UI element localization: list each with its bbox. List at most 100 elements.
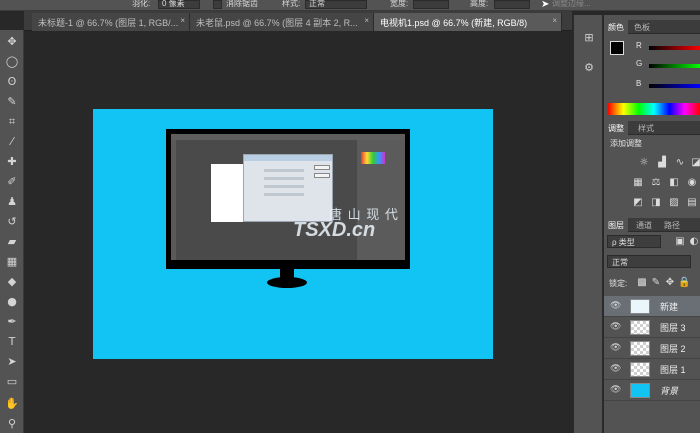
posterize-icon[interactable]: ◨ [650, 197, 662, 209]
layer-row-layer-3[interactable]: 👁 图层 3 [604, 317, 700, 338]
gradient-map-icon[interactable]: ▤ [686, 197, 698, 209]
blur-tool-icon[interactable]: ◆ [4, 274, 20, 290]
layer-row-new[interactable]: 👁 新建 [604, 296, 700, 317]
healing-brush-tool-icon[interactable]: ✚ [4, 154, 20, 170]
tab-tv-psd[interactable]: 电视机1.psd @ 66.7% (新建, RGB/8) × [374, 13, 562, 31]
width-input[interactable] [413, 0, 449, 9]
tab-mouse-psd[interactable]: 未老鼠.psd @ 66.7% (图层 4 副本 2, R... × [190, 13, 374, 31]
visibility-eye-icon[interactable]: 👁 [610, 385, 621, 395]
lock-pixels-icon[interactable]: ✎ [650, 277, 662, 289]
layer-thumbnail [630, 341, 650, 356]
visibility-eye-icon[interactable]: 👁 [610, 364, 621, 374]
tab-adjustments[interactable]: 调整 [604, 121, 628, 135]
filter-adjust-icon[interactable]: ◐ [688, 236, 700, 248]
foreground-color-swatch[interactable] [610, 41, 624, 55]
pen-tool-icon[interactable]: ✒ [4, 314, 20, 330]
color-spectrum-bar[interactable] [608, 103, 700, 115]
properties-icon[interactable]: ⚙ [581, 60, 597, 76]
eraser-tool-icon[interactable]: ▰ [4, 234, 20, 250]
tab-styles[interactable]: 样式 [634, 121, 658, 135]
screen-color-spectrum [361, 152, 385, 164]
adjust-panel-tabs: 调整 样式 [604, 121, 700, 135]
visibility-eye-icon[interactable]: 👁 [610, 301, 621, 311]
marquee-tool-icon[interactable]: ◯ [4, 54, 20, 70]
history-brush-tool-icon[interactable]: ↺ [4, 214, 20, 230]
style-select[interactable]: 正常 [305, 0, 367, 9]
lock-label: 锁定: [609, 279, 628, 288]
close-icon[interactable]: × [552, 16, 557, 25]
close-icon[interactable]: × [180, 16, 185, 25]
invert-icon[interactable]: ◩ [632, 197, 644, 209]
layer-thumbnail [630, 299, 650, 314]
channel-b-slider[interactable] [649, 84, 700, 88]
tab-color[interactable]: 颜色 [604, 20, 628, 34]
tab-untitled-1[interactable]: 未标题-1 @ 66.7% (图层 1, RGB/... × [32, 13, 190, 31]
lasso-tool-icon[interactable]: ʘ [4, 74, 20, 90]
tv-stand-base [267, 277, 307, 288]
photo-filter-icon[interactable]: ◉ [686, 177, 698, 189]
refine-edge-button[interactable]: 调整边缘... [552, 0, 591, 9]
layer-name: 图层 1 [660, 365, 686, 375]
black-white-icon[interactable]: ◧ [668, 177, 680, 189]
layer-name: 图层 3 [660, 323, 686, 333]
zoom-tool-icon[interactable]: ⚲ [4, 416, 20, 432]
lock-position-icon[interactable]: ✥ [664, 277, 676, 289]
channel-r-slider[interactable] [649, 46, 700, 50]
history-icon[interactable]: ⊞ [581, 30, 597, 46]
layer-name: 背景 [660, 386, 679, 396]
threshold-icon[interactable]: ▨ [668, 197, 680, 209]
quick-select-tool-icon[interactable]: ✎ [4, 94, 20, 110]
brush-tool-icon[interactable]: ✐ [4, 174, 20, 190]
layer-row-layer-1[interactable]: 👁 图层 1 [604, 359, 700, 380]
antialias-checkbox[interactable] [213, 0, 222, 9]
tab-paths[interactable]: 路径 [660, 218, 684, 232]
layer-filter-select[interactable]: ρ 类型 [607, 235, 661, 248]
lock-transparent-icon[interactable]: ▩ [636, 277, 648, 289]
feather-label: 羽化: [132, 0, 151, 8]
mouse-cursor-icon: ➤ [541, 0, 550, 10]
visibility-eye-icon[interactable]: 👁 [610, 322, 621, 332]
clone-stamp-tool-icon[interactable]: ♟ [4, 194, 20, 210]
path-select-tool-icon[interactable]: ➤ [4, 354, 20, 370]
move-tool-icon[interactable]: ✥ [4, 34, 20, 50]
layer-row-background[interactable]: 👁 背景 [604, 380, 700, 401]
layer-thumbnail [630, 362, 650, 377]
blend-mode-select[interactable]: 正常 [607, 255, 691, 268]
hand-tool-icon[interactable]: ✋ [4, 396, 20, 412]
layers-panel-tabs: 图层 通道 路径 [604, 218, 700, 232]
antialias-label: 消除锯齿 [226, 0, 258, 8]
height-input[interactable] [494, 0, 530, 9]
gradient-tool-icon[interactable]: ▦ [4, 254, 20, 270]
tools-panel: ✥ ◯ ʘ ✎ ⌗ ⁄ ✚ ✐ ♟ ↺ ▰ ▦ ◆ ● ✒ T ➤ ▭ ✋ ⚲ [0, 30, 24, 433]
layer-row-layer-2[interactable]: 👁 图层 2 [604, 338, 700, 359]
levels-icon[interactable]: ▟ [656, 157, 668, 169]
screen-toolbar [171, 140, 176, 260]
vibrance-icon[interactable]: ▦ [632, 177, 644, 189]
exposure-icon[interactable]: ◪ [690, 157, 700, 169]
visibility-eye-icon[interactable]: 👁 [610, 343, 621, 353]
lock-all-icon[interactable]: 🔒 [678, 277, 690, 289]
document-canvas[interactable]: 唐 山 现 代 TSXD.cn [93, 109, 493, 359]
right-panels: 颜色 色板 R G B 调整 样式 添加调整 ☼ ▟ ∿ ◪ ▦ ⚖ ◧ ◉ ◩… [604, 15, 700, 433]
tab-swatches[interactable]: 色板 [630, 20, 654, 34]
collapsed-panel-strip: ⊞ ⚙ [573, 15, 603, 433]
tab-channels[interactable]: 通道 [632, 218, 656, 232]
curves-icon[interactable]: ∿ [674, 157, 686, 169]
channel-g-slider[interactable] [649, 64, 700, 68]
feather-input[interactable]: 0 像素 [158, 0, 200, 9]
eyedropper-tool-icon[interactable]: ⁄ [4, 134, 20, 150]
watermark-en: TSXD.cn [293, 219, 376, 241]
brightness-icon[interactable]: ☼ [638, 157, 650, 169]
close-icon[interactable]: × [364, 16, 369, 25]
shape-tool-icon[interactable]: ▭ [4, 374, 20, 390]
width-label: 宽度: [390, 0, 409, 8]
layer-thumbnail [630, 383, 650, 398]
text-tool-icon[interactable]: T [4, 334, 20, 350]
crop-tool-icon[interactable]: ⌗ [4, 114, 20, 130]
filter-pixel-icon[interactable]: ▣ [674, 236, 686, 248]
height-label: 高度: [470, 0, 489, 8]
dodge-tool-icon[interactable]: ● [4, 294, 20, 310]
tab-layers[interactable]: 图层 [604, 218, 628, 232]
balance-icon[interactable]: ⚖ [650, 177, 662, 189]
options-bar: 羽化: 0 像素 消除锯齿 样式: 正常 宽度: 高度: 调整边缘... [0, 0, 700, 11]
